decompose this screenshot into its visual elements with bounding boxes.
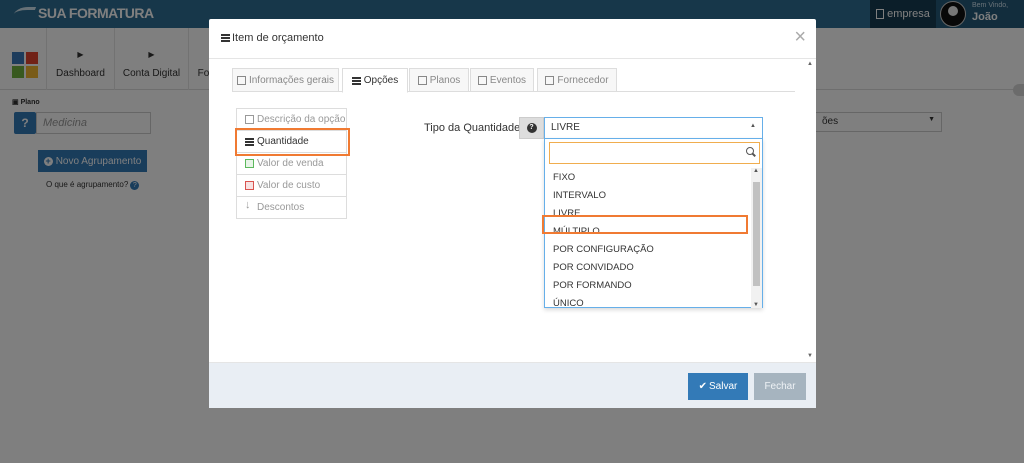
scroll-down-icon[interactable]: ▼	[753, 302, 759, 308]
tipo-quantidade-select[interactable]: LIVRE ▲	[544, 117, 763, 139]
question-icon: ?	[526, 123, 537, 133]
option-por-formando[interactable]: POR FORMANDO	[545, 276, 751, 294]
tab-opcoes[interactable]: Opções	[342, 68, 408, 93]
tab-eventos[interactable]: Eventos	[470, 68, 534, 92]
close-button[interactable]: Fechar	[754, 373, 806, 400]
document-icon	[236, 75, 246, 85]
option-unico[interactable]: ÚNICO	[545, 294, 751, 312]
save-button[interactable]: ✔ Salvar	[688, 373, 748, 400]
tab-informacoes-gerais[interactable]: Informações gerais	[232, 68, 339, 92]
scroll-down-icon[interactable]: ▼	[807, 353, 813, 359]
modal-tabs: Informações gerais Opções Planos Eventos…	[232, 68, 795, 93]
list-icon	[351, 76, 361, 85]
dropdown-options: FIXO INTERVALO LIVRE MÚLTIPLO POR CONFIG…	[545, 168, 751, 312]
caret-up-icon: ▲	[750, 123, 756, 129]
tab-fornecedor[interactable]: Fornecedor	[537, 68, 617, 92]
calendar-icon	[477, 75, 487, 85]
highlight-quantidade	[235, 128, 350, 156]
arrow-down-icon	[245, 199, 254, 212]
tab-planos[interactable]: Planos	[409, 68, 469, 92]
side-item-valor-custo[interactable]: Valor de custo	[236, 174, 347, 197]
options-side-menu: Descrição da opção Quantidade Valor de v…	[236, 108, 347, 219]
money-icon	[245, 181, 254, 190]
highlight-multiplo	[542, 215, 748, 234]
item-orcamento-modal: Item de orçamento × ▲ ▼ Informações gera…	[209, 19, 816, 408]
dropdown-scrollbar[interactable]: ▲ ▼	[751, 168, 762, 308]
tipo-quantidade-label: Tipo da Quantidade	[424, 122, 521, 134]
selected-value: LIVRE	[551, 122, 580, 133]
close-icon[interactable]: ×	[794, 27, 806, 47]
list-icon	[221, 34, 230, 42]
table-icon	[417, 75, 427, 85]
dropdown-search-input[interactable]	[549, 142, 760, 164]
side-item-descontos[interactable]: Descontos	[236, 196, 347, 219]
option-por-convidado[interactable]: POR CONVIDADO	[545, 258, 751, 276]
money-icon	[245, 159, 254, 168]
search-icon	[746, 147, 756, 157]
book-icon	[545, 75, 555, 85]
modal-scrollbar[interactable]: ▲ ▼	[805, 59, 816, 361]
option-por-configuracao[interactable]: POR CONFIGURAÇÃO	[545, 240, 751, 258]
scroll-up-icon[interactable]: ▲	[753, 168, 759, 174]
modal-title: Item de orçamento	[221, 32, 324, 44]
document-icon	[245, 115, 254, 124]
option-intervalo[interactable]: INTERVALO	[545, 186, 751, 204]
tipo-help-button[interactable]: ?	[519, 117, 544, 139]
scroll-up-icon[interactable]: ▲	[807, 61, 813, 67]
check-icon: ✔	[698, 381, 708, 392]
scroll-thumb[interactable]	[753, 182, 760, 286]
modal-footer: ✔ Salvar Fechar	[209, 362, 816, 408]
option-fixo[interactable]: FIXO	[545, 168, 751, 186]
modal-header: Item de orçamento ×	[209, 19, 816, 59]
